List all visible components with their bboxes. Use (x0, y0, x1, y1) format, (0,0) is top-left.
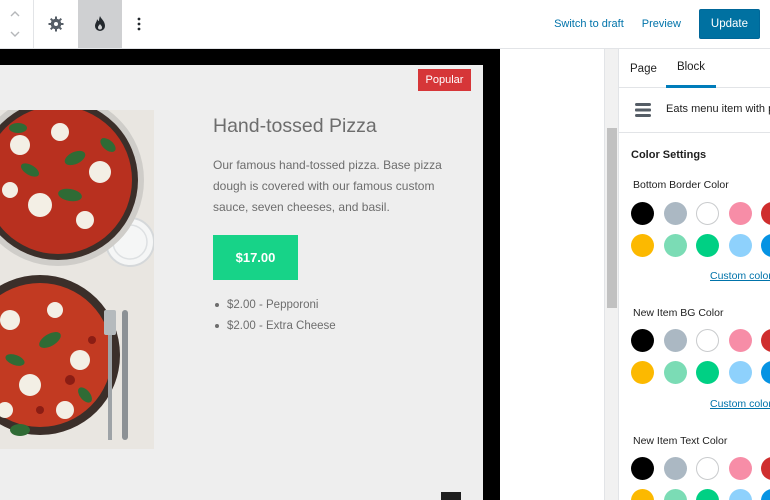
color-swatch[interactable] (696, 361, 719, 384)
canvas-scrollbar[interactable] (604, 49, 618, 500)
list-item[interactable]: $2.00 - Pepporoni (215, 294, 336, 315)
tab-block[interactable]: Block (666, 49, 716, 88)
color-swatch[interactable] (663, 361, 687, 384)
color-swatch[interactable] (631, 457, 654, 480)
color-palette-row (631, 329, 770, 352)
menu-item-block[interactable]: Popular Hand-tossed Pizza Our famous han… (0, 65, 483, 500)
color-swatch[interactable] (761, 234, 770, 257)
more-options-button[interactable] (122, 0, 156, 48)
panel-title[interactable]: Color Settings (631, 149, 706, 161)
settings-button[interactable] (34, 0, 78, 48)
block-resize-handle[interactable] (441, 492, 461, 500)
update-button[interactable]: Update (698, 9, 760, 39)
switch-to-draft-button[interactable]: Switch to draft (554, 18, 624, 30)
color-palette-row (631, 457, 770, 480)
flame-icon (95, 16, 105, 31)
editor-canvas: Popular Hand-tossed Pizza Our famous han… (0, 49, 604, 500)
color-swatch[interactable] (696, 234, 719, 257)
custom-color-link[interactable]: Custom color (710, 398, 770, 410)
color-swatch[interactable] (696, 202, 719, 225)
more-vertical-icon (137, 17, 141, 31)
tab-page[interactable]: Page (630, 49, 657, 88)
custom-color-link[interactable]: Custom color (710, 270, 770, 282)
scrollbar-thumb[interactable] (607, 128, 617, 308)
color-swatch[interactable] (728, 202, 752, 225)
plugin-sidebar-button[interactable] (78, 0, 122, 48)
addon-label: $2.00 - Extra Cheese (227, 319, 336, 332)
color-swatch[interactable] (631, 234, 654, 257)
color-swatch[interactable] (761, 457, 770, 480)
color-swatch[interactable] (663, 234, 687, 257)
color-swatch[interactable] (761, 329, 770, 352)
addon-list: $2.00 - Pepporoni $2.00 - Extra Cheese (215, 294, 336, 336)
color-swatch[interactable] (728, 489, 752, 500)
sidebar-tabs: Page Block (619, 49, 770, 88)
color-swatch[interactable] (631, 329, 654, 352)
color-swatch[interactable] (631, 361, 654, 384)
item-title[interactable]: Hand-tossed Pizza (213, 115, 377, 138)
bottom-border-color-label: Bottom Border Color (633, 179, 729, 191)
color-swatch[interactable] (761, 361, 770, 384)
menu-item-icon (635, 103, 651, 117)
block-mover (0, 0, 34, 49)
bullet (215, 323, 219, 328)
item-description[interactable]: Our famous hand-tossed pizza. Base pizza… (213, 155, 453, 218)
color-swatch[interactable] (728, 329, 752, 352)
color-palette-row (631, 234, 770, 257)
color-swatch[interactable] (663, 489, 687, 500)
color-swatch[interactable] (663, 202, 687, 225)
list-item[interactable]: $2.00 - Extra Cheese (215, 315, 336, 336)
price-button[interactable]: $17.00 (213, 235, 298, 280)
popular-badge: Popular (418, 69, 471, 91)
preview-button[interactable]: Preview (642, 18, 681, 30)
pizza-image (0, 110, 154, 449)
publish-actions: Switch to draft Preview Update (554, 9, 760, 39)
color-swatch[interactable] (728, 361, 752, 384)
bullet (215, 302, 219, 307)
block-card-title: Eats menu item with p (666, 103, 770, 115)
color-swatch[interactable] (631, 202, 654, 225)
color-palette-row (631, 202, 770, 225)
color-swatch[interactable] (728, 234, 752, 257)
settings-sidebar: Page Block Eats menu item with p Color S… (618, 49, 770, 500)
color-palette-row (631, 489, 770, 500)
color-swatch[interactable] (663, 329, 687, 352)
new-item-bg-color-label: New Item BG Color (633, 307, 724, 319)
color-palette-row (631, 361, 770, 384)
block-card: Eats menu item with p (619, 88, 770, 133)
color-swatch[interactable] (663, 457, 687, 480)
color-swatch[interactable] (696, 329, 719, 352)
color-swatch[interactable] (696, 457, 719, 480)
color-swatch[interactable] (728, 457, 752, 480)
gear-icon (48, 16, 64, 32)
color-swatch[interactable] (631, 489, 654, 500)
color-swatch[interactable] (761, 202, 770, 225)
chevron-down-icon[interactable] (9, 28, 21, 40)
editor-toolbar: Switch to draft Preview Update (0, 0, 770, 49)
color-swatch[interactable] (761, 489, 770, 500)
new-item-text-color-label: New Item Text Color (633, 435, 728, 447)
color-swatch[interactable] (696, 489, 719, 500)
chevron-up-icon[interactable] (9, 8, 21, 20)
addon-label: $2.00 - Pepporoni (227, 298, 319, 311)
